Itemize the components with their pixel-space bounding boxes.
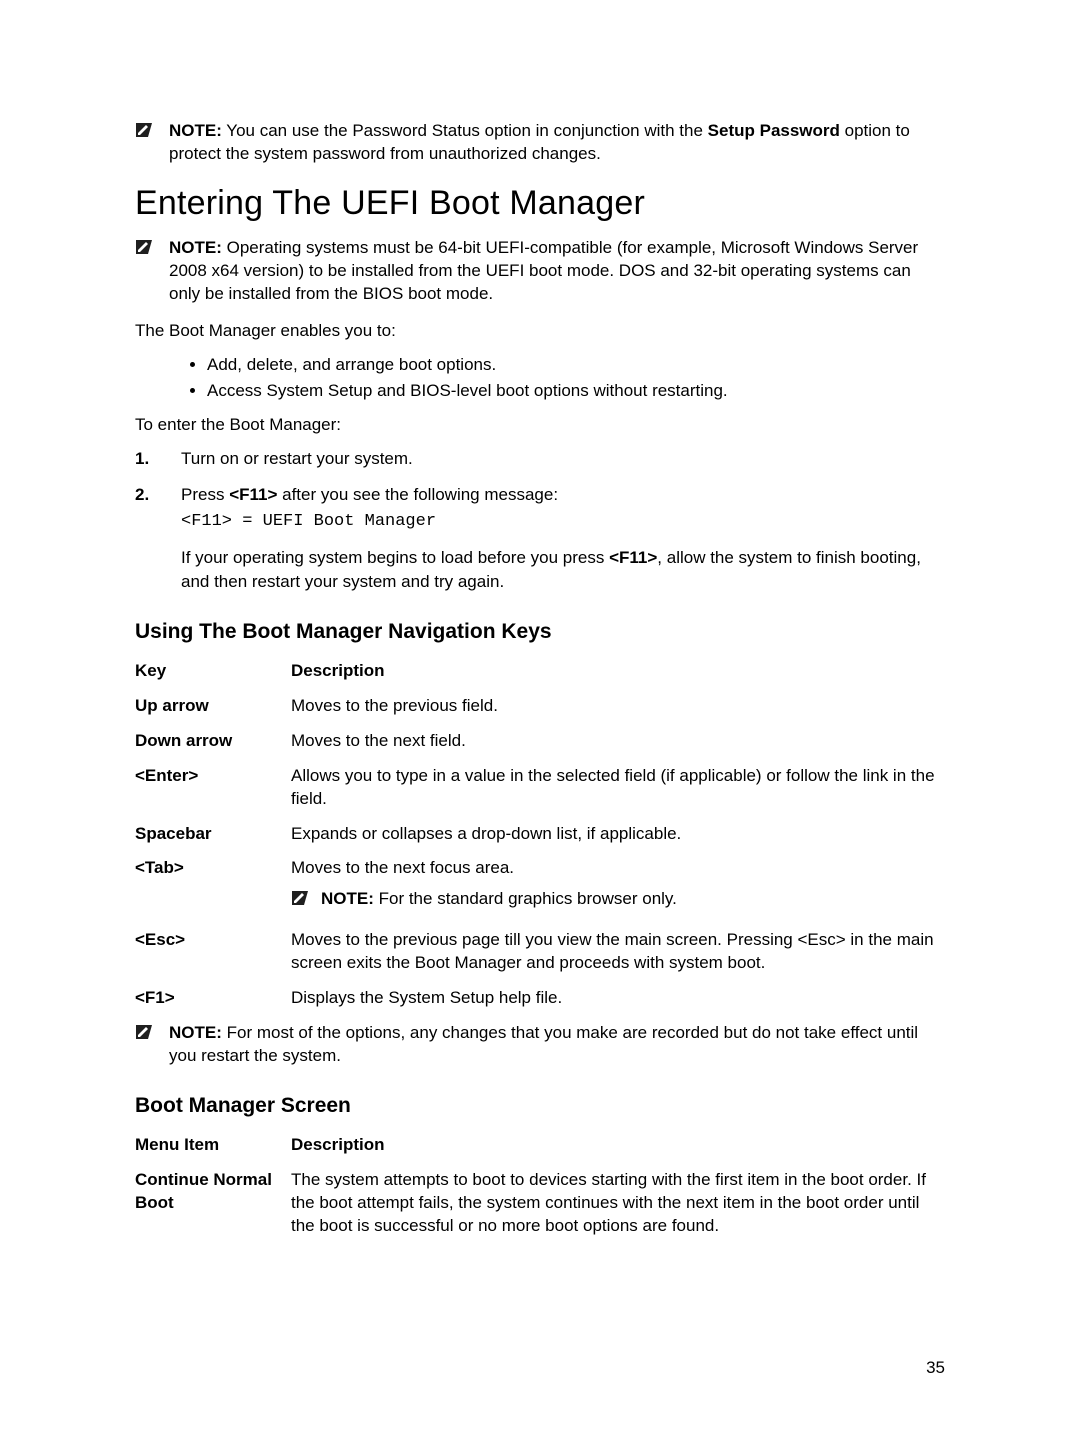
step-1: Turn on or restart your system. bbox=[135, 447, 945, 471]
nav-keys-table: Key Description Up arrow Moves to the pr… bbox=[135, 660, 945, 1010]
note-password-status: NOTE: You can use the Password Status op… bbox=[135, 120, 945, 166]
pencil-icon bbox=[135, 1024, 153, 1040]
note-label: NOTE: bbox=[169, 238, 222, 257]
table-row: Up arrow Moves to the previous field. bbox=[135, 695, 945, 718]
table-header: Menu Item Description bbox=[135, 1134, 945, 1157]
heading-nav-keys: Using The Boot Manager Navigation Keys bbox=[135, 620, 945, 644]
note-tab: NOTE: For the standard graphics browser … bbox=[291, 888, 945, 911]
table-row: Spacebar Expands or collapses a drop-dow… bbox=[135, 823, 945, 846]
list-item: Add, delete, and arrange boot options. bbox=[207, 353, 945, 378]
note-text: NOTE: For most of the options, any chang… bbox=[169, 1022, 945, 1068]
bms-table: Menu Item Description Continue Normal Bo… bbox=[135, 1134, 945, 1238]
col-menu-item: Menu Item bbox=[135, 1134, 291, 1157]
table-row: Down arrow Moves to the next field. bbox=[135, 730, 945, 753]
note-text: NOTE: You can use the Password Status op… bbox=[169, 120, 945, 166]
list-item: Access System Setup and BIOS-level boot … bbox=[207, 379, 945, 404]
note-label: NOTE: bbox=[169, 1023, 222, 1042]
table-row-tab: <Tab> Moves to the next focus area. NOTE… bbox=[135, 857, 945, 911]
col-key: Key bbox=[135, 660, 291, 683]
step-2: Press <F11> after you see the following … bbox=[135, 483, 945, 594]
step-2-sub: If your operating system begins to load … bbox=[181, 546, 945, 594]
para-to-enter: To enter the Boot Manager: bbox=[135, 414, 945, 437]
para-enables: The Boot Manager enables you to: bbox=[135, 320, 945, 343]
note-restart: NOTE: For most of the options, any chang… bbox=[135, 1022, 945, 1068]
step-list: Turn on or restart your system. Press <F… bbox=[135, 447, 945, 594]
note-text: NOTE: Operating systems must be 64-bit U… bbox=[169, 237, 945, 306]
pencil-icon bbox=[291, 890, 309, 906]
note-label: NOTE: bbox=[321, 889, 374, 908]
table-row: <F1> Displays the System Setup help file… bbox=[135, 987, 945, 1010]
document-page: NOTE: You can use the Password Status op… bbox=[0, 0, 1080, 1434]
bullet-list: Add, delete, and arrange boot options. A… bbox=[135, 353, 945, 404]
table-row: <Esc> Moves to the previous page till yo… bbox=[135, 929, 945, 975]
col-desc: Description bbox=[291, 1134, 945, 1157]
table-row: Continue Normal Boot The system attempts… bbox=[135, 1169, 945, 1238]
pencil-icon bbox=[135, 239, 153, 255]
page-number: 35 bbox=[926, 1358, 945, 1378]
col-desc: Description bbox=[291, 660, 945, 683]
code-line: <F11> = UEFI Boot Manager bbox=[181, 510, 945, 534]
note-uefi-compat: NOTE: Operating systems must be 64-bit U… bbox=[135, 237, 945, 306]
pencil-icon bbox=[135, 122, 153, 138]
heading-boot-manager-screen: Boot Manager Screen bbox=[135, 1094, 945, 1118]
heading-entering-uefi: Entering The UEFI Boot Manager bbox=[135, 184, 945, 223]
note-label: NOTE: bbox=[169, 121, 222, 140]
table-row: <Enter> Allows you to type in a value in… bbox=[135, 765, 945, 811]
table-header: Key Description bbox=[135, 660, 945, 683]
